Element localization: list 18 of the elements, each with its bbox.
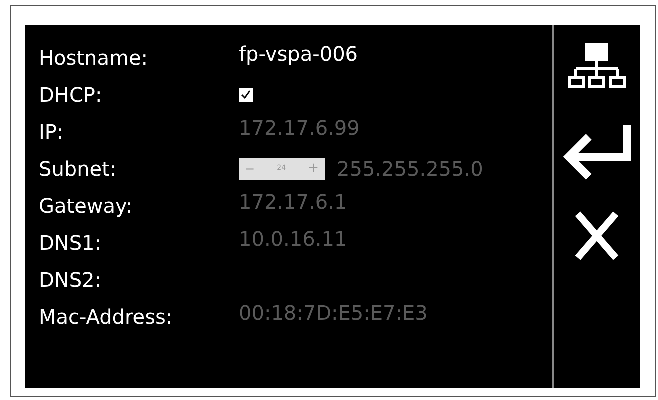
field-value: 255.255.255.0 [337,156,484,182]
field-value: 10.0.16.11 [239,226,348,252]
field-label: IP: [39,118,65,146]
field-value: 172.17.6.99 [239,114,360,142]
field-value: 172.17.6.1 [239,188,348,216]
enter-icon[interactable] [561,123,633,181]
field-value: fp-vspa-006 [239,40,358,68]
field-label: DHCP: [39,82,104,108]
field-label: DNS1: [39,230,103,256]
field-label: DNS2: [39,266,103,294]
field-label: Mac-Address: [39,304,174,330]
dhcp-checkbox[interactable] [239,88,253,102]
close-icon[interactable] [575,211,619,261]
field-label: Subnet: [39,156,118,182]
check-icon [241,90,251,100]
field-label: Hostname: [39,44,149,72]
field-label: Gateway: [39,192,134,220]
field-value: 00:18:7D:E5:E7:E3 [239,300,428,326]
